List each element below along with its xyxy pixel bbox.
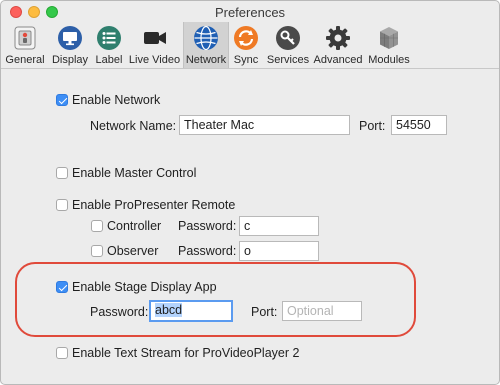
stage-password-value: abcd — [155, 303, 183, 317]
enable-text-stream-label: Enable Text Stream for ProVideoPlayer 2 — [72, 346, 300, 360]
network-name-label: Network Name: — [90, 119, 177, 133]
key-icon — [276, 26, 300, 50]
controller-checkbox[interactable] — [91, 220, 103, 232]
enable-network-checkbox[interactable] — [56, 94, 68, 106]
tab-label: Display — [51, 54, 89, 66]
title-bar: Preferences — [1, 1, 499, 22]
list-icon — [97, 26, 121, 50]
tab-display[interactable]: Display — [49, 22, 91, 68]
enable-remote-label: Enable ProPresenter Remote — [72, 198, 236, 212]
tab-label-prefs[interactable]: Label — [92, 22, 126, 68]
monitor-icon — [58, 26, 82, 50]
tab-network[interactable]: Network — [183, 22, 229, 68]
tab-label: Label — [95, 54, 123, 66]
switch-icon — [14, 26, 36, 50]
enable-stage-display-label: Enable Stage Display App — [72, 280, 217, 294]
window-title: Preferences — [214, 5, 286, 20]
stage-port-field[interactable]: Optional — [282, 301, 362, 321]
observer-checkbox[interactable] — [91, 245, 103, 257]
tab-label: Sync — [233, 54, 259, 66]
tab-general[interactable]: General — [3, 22, 47, 68]
controller-password-field[interactable]: c — [239, 216, 319, 236]
observer-password-label: Password: — [178, 244, 237, 258]
tab-label: Advanced — [313, 54, 363, 66]
stage-password-label: Password: — [90, 305, 149, 319]
tab-sync[interactable]: Sync — [231, 22, 261, 68]
tab-live-video[interactable]: Live Video — [128, 22, 181, 68]
tab-modules[interactable]: Modules — [366, 22, 412, 68]
cubes-icon — [380, 27, 398, 49]
tab-services[interactable]: Services — [266, 22, 310, 68]
enable-network-label: Enable Network — [72, 93, 161, 107]
tab-label: Services — [266, 54, 310, 66]
tab-label: Network — [185, 54, 227, 66]
gear-icon — [326, 26, 350, 50]
controller-label: Controller — [107, 219, 162, 233]
enable-master-control-label: Enable Master Control — [72, 166, 197, 180]
network-port-field[interactable]: 54550 — [391, 115, 447, 135]
sync-icon — [234, 26, 258, 50]
stage-password-field[interactable]: abcd — [149, 300, 233, 322]
observer-label: Observer — [107, 244, 159, 258]
tab-advanced[interactable]: Advanced — [313, 22, 363, 68]
stage-port-label: Port: — [251, 305, 278, 319]
enable-master-control-checkbox[interactable] — [56, 167, 68, 179]
observer-password-field[interactable]: o — [239, 241, 319, 261]
tab-label: Live Video — [128, 54, 181, 66]
tab-label: General — [5, 54, 45, 66]
preferences-toolbar: General Display Label Live Video Network… — [1, 22, 499, 69]
network-port-label: Port: — [359, 119, 386, 133]
controller-password-label: Password: — [178, 219, 237, 233]
enable-text-stream-checkbox[interactable] — [56, 347, 68, 359]
enable-remote-checkbox[interactable] — [56, 199, 68, 211]
enable-stage-display-checkbox[interactable] — [56, 281, 68, 293]
video-camera-icon — [143, 32, 166, 44]
preferences-window: Preferences General Display Label Live V… — [0, 0, 500, 385]
tab-label: Modules — [368, 54, 410, 66]
network-name-field[interactable]: Theater Mac — [179, 115, 350, 135]
globe-icon — [194, 25, 218, 51]
